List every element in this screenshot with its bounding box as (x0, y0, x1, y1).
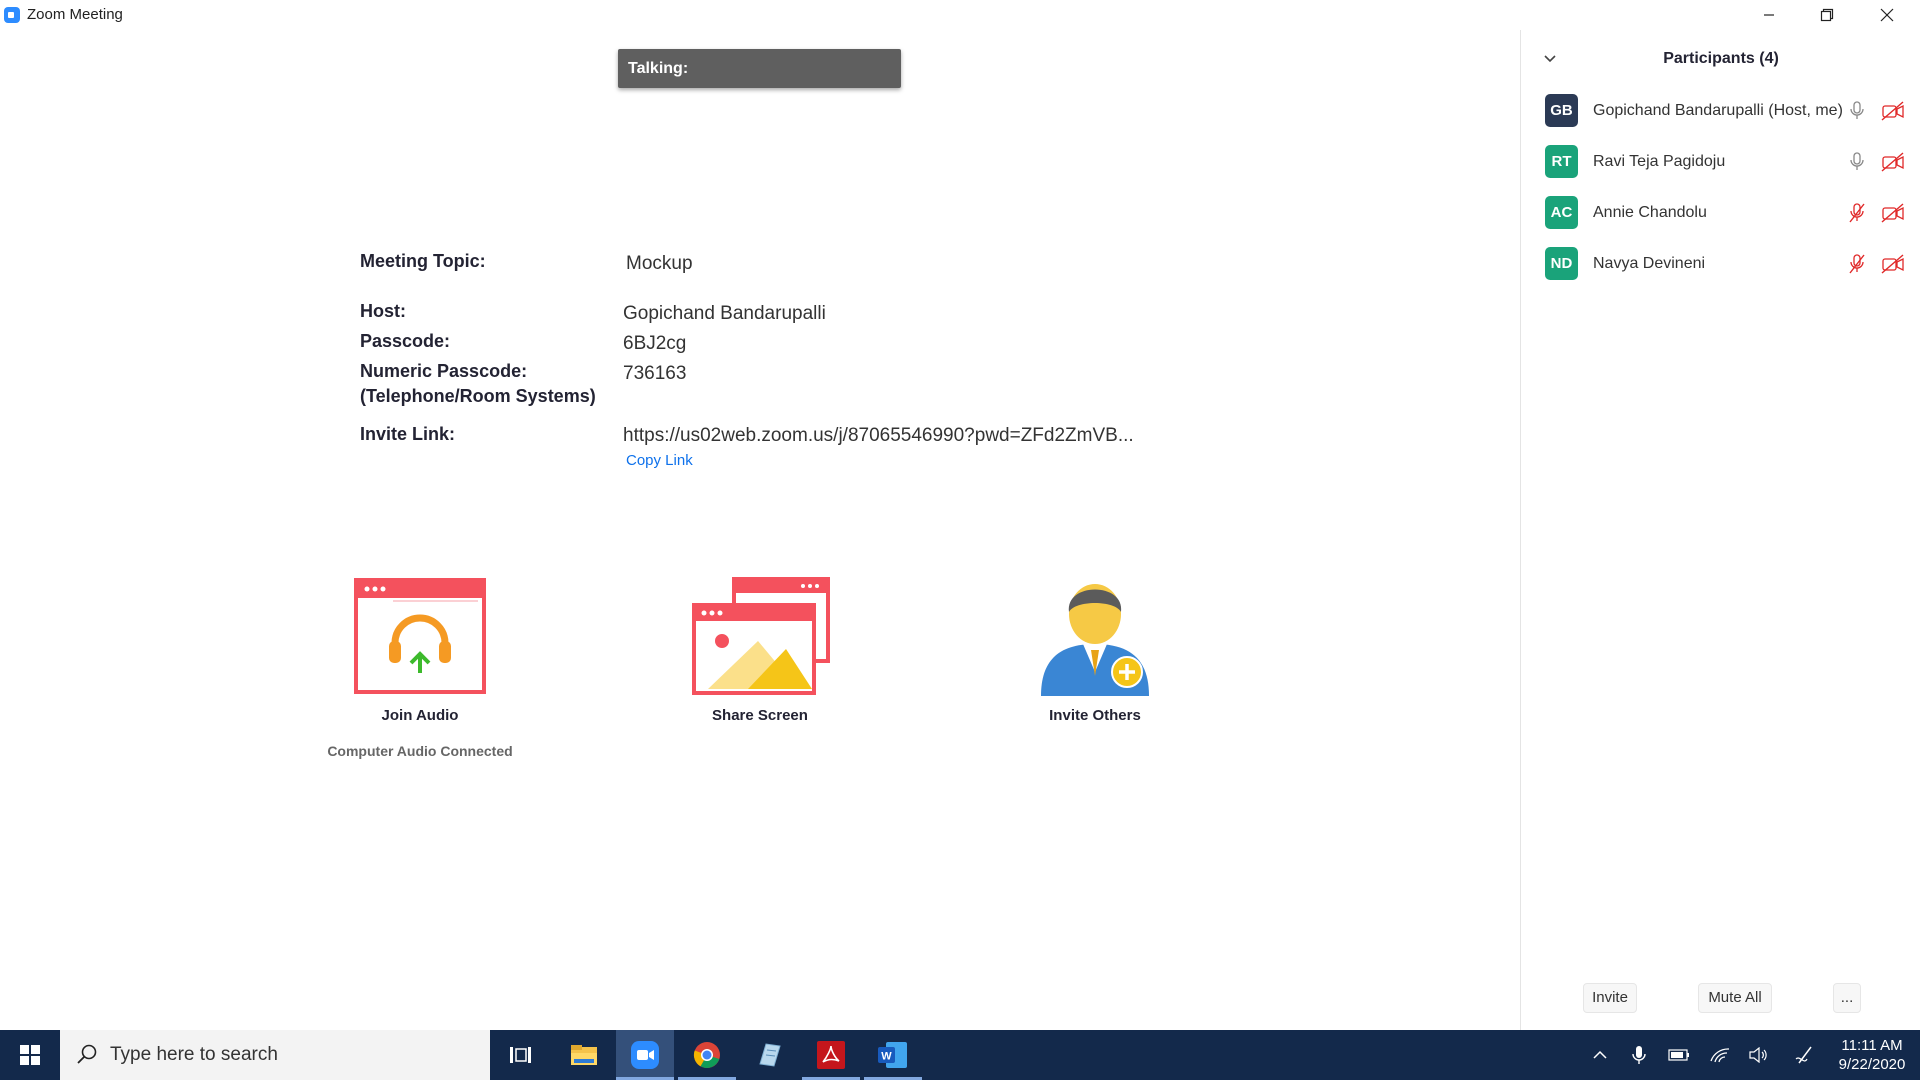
show-hidden-icons-button[interactable] (1585, 1030, 1615, 1080)
restore-button[interactable] (1798, 0, 1856, 30)
pen-icon (1795, 1046, 1812, 1064)
chrome-taskbar-button[interactable] (678, 1030, 736, 1080)
svg-text:W: W (881, 1051, 892, 1063)
mute-all-button[interactable]: Mute All (1698, 983, 1772, 1013)
mic-muted-icon[interactable] (1849, 254, 1865, 279)
invite-others-label: Invite Others (1049, 707, 1141, 724)
talking-indicator: Talking: (618, 49, 901, 88)
search-placeholder: Type here to search (110, 1044, 278, 1065)
meeting-topic-label: Meeting Topic: (360, 251, 486, 271)
video-off-icon[interactable] (1881, 101, 1905, 126)
microphone-icon[interactable] (1849, 101, 1865, 126)
notepad-taskbar-button[interactable] (740, 1030, 798, 1080)
start-button[interactable] (0, 1030, 60, 1080)
microphone-icon[interactable] (1849, 152, 1865, 177)
participant-name: Annie Chandolu (1593, 204, 1707, 221)
wifi-icon (1710, 1048, 1730, 1063)
minimize-button[interactable] (1740, 0, 1798, 30)
window-title: Zoom Meeting (27, 6, 123, 23)
copy-link-button[interactable]: Copy Link (626, 452, 693, 469)
meeting-topic-value: Mockup (626, 253, 693, 274)
audio-status-text: Computer Audio Connected (327, 743, 513, 759)
volume-tray-button[interactable] (1744, 1030, 1774, 1080)
invite-link-label: Invite Link: (360, 424, 456, 444)
share-screen-label: Share Screen (712, 707, 808, 724)
participant-name: Ravi Teja Pagidoju (1593, 153, 1726, 170)
participant-row[interactable]: RT Ravi Teja Pagidoju (1521, 145, 1920, 195)
zoom-taskbar-button[interactable] (616, 1030, 674, 1080)
acrobat-icon (817, 1041, 845, 1069)
zoom-icon (631, 1041, 659, 1069)
participant-name: Gopichand Bandarupalli (Host, me) (1593, 102, 1843, 119)
participant-avatar: GB (1545, 94, 1578, 127)
participant-row[interactable]: ND Navya Devineni (1521, 247, 1920, 297)
share-screen-icon (691, 577, 830, 695)
zoom-app-icon (4, 7, 20, 23)
more-options-button[interactable]: ... (1833, 983, 1861, 1013)
windows-taskbar: Type here to search W 11:11 AM 9/22/2020 (0, 1030, 1920, 1080)
invite-button[interactable]: Invite (1583, 983, 1637, 1013)
participants-panel: Participants (4) GB Gopichand Bandarupall… (1520, 30, 1920, 1030)
mic-muted-icon[interactable] (1849, 203, 1865, 228)
participant-avatar: AC (1545, 196, 1578, 229)
video-off-icon[interactable] (1881, 152, 1905, 177)
invite-others-icon (1041, 584, 1149, 696)
windows-logo-icon (20, 1045, 40, 1065)
word-taskbar-button[interactable]: W (864, 1030, 922, 1080)
notepad-icon (759, 1043, 781, 1067)
join-audio-tile[interactable]: Join Audio Computer Audio Connected (320, 575, 520, 759)
passcode-value: 6BJ2cg (623, 333, 687, 354)
battery-icon (1668, 1049, 1689, 1061)
chevron-up-icon (1593, 1050, 1607, 1059)
pen-tray-button[interactable] (1790, 1030, 1820, 1080)
invite-link-value[interactable]: https://us02web.zoom.us/j/87065546990?pw… (623, 425, 1134, 447)
video-off-icon[interactable] (1881, 254, 1905, 279)
join-audio-label: Join Audio (381, 707, 459, 724)
participants-title: Participants (4) (1663, 50, 1779, 67)
taskbar-search-box[interactable]: Type here to search (60, 1030, 490, 1080)
microphone-icon (1632, 1046, 1646, 1064)
host-value: Gopichand Bandarupalli (623, 303, 826, 324)
participant-row[interactable]: AC Annie Chandolu (1521, 196, 1920, 246)
chrome-icon (693, 1042, 720, 1069)
network-tray-button[interactable] (1705, 1030, 1735, 1080)
participant-avatar: RT (1545, 145, 1578, 178)
folder-icon (571, 1045, 597, 1065)
word-icon: W (878, 1042, 907, 1068)
numeric-passcode-sublabel: (Telephone/Room Systems) (360, 386, 596, 406)
close-button[interactable] (1858, 0, 1916, 30)
participant-name: Navya Devineni (1593, 255, 1706, 272)
join-audio-icon (354, 578, 486, 694)
task-view-button[interactable] (491, 1030, 549, 1080)
system-clock[interactable]: 11:11 AM 9/22/2020 (1828, 1036, 1916, 1074)
search-icon (77, 1044, 97, 1064)
microphone-tray-button[interactable] (1624, 1030, 1654, 1080)
invite-others-tile[interactable]: Invite Others (1020, 572, 1170, 724)
host-label: Host: (360, 301, 406, 321)
participant-row[interactable]: GB Gopichand Bandarupalli (Host, me) (1521, 94, 1920, 144)
video-off-icon[interactable] (1881, 203, 1905, 228)
participant-avatar: ND (1545, 247, 1578, 280)
numeric-passcode-value: 736163 (623, 363, 687, 384)
file-explorer-button[interactable] (555, 1030, 613, 1080)
speaker-icon (1749, 1047, 1767, 1063)
clock-time: 11:11 AM (1841, 1037, 1903, 1054)
clock-date: 9/22/2020 (1838, 1056, 1906, 1073)
numeric-passcode-label: Numeric Passcode: (360, 361, 528, 381)
collapse-chevron-icon[interactable] (1543, 52, 1557, 71)
passcode-label: Passcode: (360, 331, 451, 351)
share-screen-tile[interactable]: Share Screen (680, 575, 840, 724)
title-bar: Zoom Meeting (0, 0, 1920, 30)
task-view-icon (510, 1047, 531, 1063)
acrobat-taskbar-button[interactable] (802, 1030, 860, 1080)
battery-tray-button[interactable] (1664, 1030, 1694, 1080)
